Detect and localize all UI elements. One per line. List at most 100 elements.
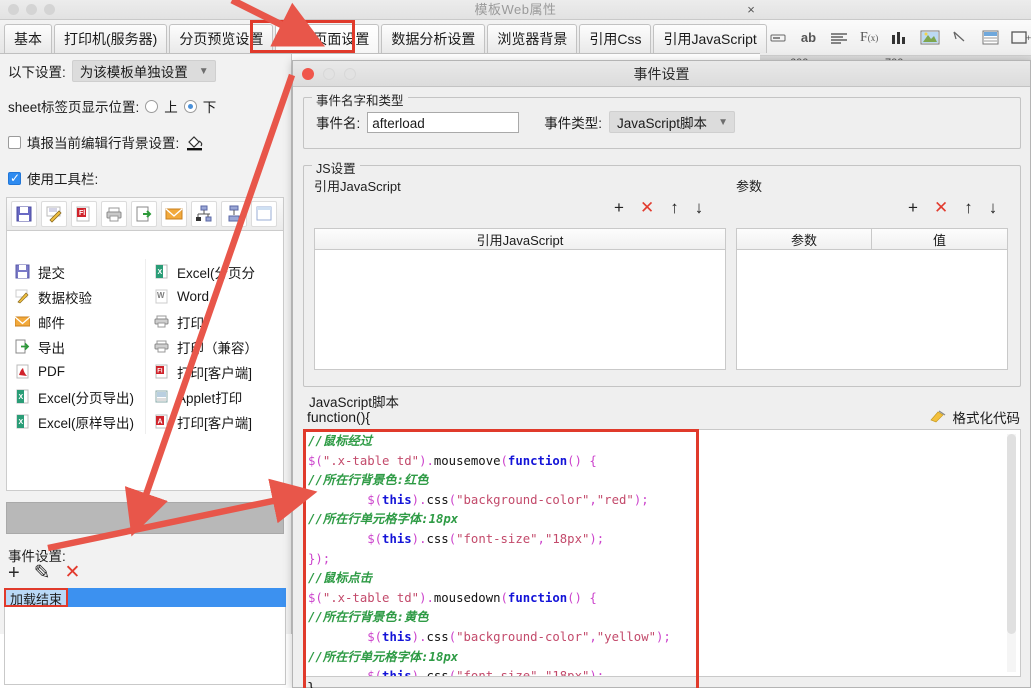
code-scrollbar-thumb[interactable] <box>1007 434 1016 634</box>
chart-icon[interactable] <box>889 27 909 49</box>
tree-icon[interactable] <box>191 201 217 227</box>
tab-fill-page-settings[interactable]: 填报页面设置 <box>275 24 380 53</box>
move-down-icon[interactable]: ↓ <box>989 198 998 218</box>
code-line: $(this).css("font-size","18px"); <box>308 669 605 677</box>
code-text[interactable]: //鼠标经过 $(".x-table td").mousemove(functio… <box>308 432 998 677</box>
code-scrollbar[interactable] <box>1007 434 1016 672</box>
event-type-select[interactable]: JavaScript脚本 ▼ <box>609 111 735 133</box>
list-item[interactable]: 邮件 <box>7 309 145 334</box>
event-name-input[interactable]: afterload <box>367 111 520 133</box>
ab-label-icon[interactable]: ab <box>798 27 818 49</box>
event-type-label: 事件类型: <box>544 116 603 131</box>
code-line: //所在行背景色:黄色 <box>308 610 429 625</box>
javascript-code-editor[interactable]: //鼠标经过 $(".x-table td").mousemove(functio… <box>303 429 1021 677</box>
checkbox-edit-row-background[interactable] <box>8 135 21 149</box>
mail-icon[interactable] <box>161 201 187 227</box>
code-line: //鼠标经过 <box>308 434 372 448</box>
list-item[interactable]: 提交 <box>7 259 145 284</box>
code-line: }); <box>308 551 331 566</box>
tab-basic[interactable]: 基本 <box>4 24 52 53</box>
flash-icon[interactable]: Fl <box>71 201 97 227</box>
code-line: //所在行背景色:红色 <box>308 473 429 488</box>
list-item[interactable]: 数据校验 <box>7 284 145 309</box>
radio-sheet-bottom[interactable] <box>183 99 197 113</box>
params-table-body[interactable] <box>736 250 1008 370</box>
js-reference-table-body[interactable] <box>314 250 726 370</box>
tab-printer-server[interactable]: 打印机(服务器) <box>54 24 168 53</box>
export-icon[interactable] <box>131 201 157 227</box>
list-item[interactable]: W Word <box>146 284 283 309</box>
add-icon[interactable]: + <box>614 198 624 218</box>
format-code-button[interactable]: 格式化代码 <box>929 407 1020 427</box>
tab-data-analysis[interactable]: 数据分析设置 <box>381 24 486 53</box>
edit-row-background-row: 填报当前编辑行背景设置: <box>0 132 213 152</box>
image-icon[interactable] <box>920 27 940 49</box>
tab-page-preview[interactable]: 分页预览设置 <box>169 24 274 53</box>
move-down-icon[interactable]: ↓ <box>695 198 704 218</box>
list-item[interactable]: PDF <box>7 359 145 384</box>
formula-icon[interactable]: F (x) <box>859 27 879 49</box>
params-toolbar: + ✕ ↑ ↓ <box>908 198 997 218</box>
params-col-header-name[interactable]: 参数 <box>737 229 872 249</box>
printer-icon <box>153 313 170 330</box>
checkbox-use-toolbar[interactable] <box>8 171 21 185</box>
template-setting-value: 为该模板单独设置 <box>79 65 188 80</box>
move-up-icon[interactable]: ↑ <box>670 198 679 218</box>
insert-frame-icon[interactable]: + <box>1011 27 1031 49</box>
js-reference-col-header[interactable]: 引用JavaScript <box>315 229 725 249</box>
dialog-zoom-button[interactable] <box>344 68 356 80</box>
tab-reference-javascript[interactable]: 引用JavaScript <box>653 24 767 53</box>
paint-bucket-icon[interactable] <box>185 133 205 151</box>
list-item[interactable]: 导出 <box>7 334 145 359</box>
event-list-item-afterload[interactable]: 加载结束 <box>4 588 69 607</box>
svg-text:X: X <box>19 394 24 401</box>
tab-reference-css[interactable]: 引用Css <box>579 24 652 53</box>
list-item[interactable]: X Excel(分页分 <box>146 259 283 284</box>
delete-icon[interactable]: ✕ <box>640 198 654 218</box>
chevron-down-icon: ▼ <box>198 65 209 77</box>
print-icon[interactable] <box>101 201 127 227</box>
dialog-close-button[interactable] <box>302 68 314 80</box>
textfield-icon[interactable] <box>768 27 788 49</box>
event-name-group-legend: 事件名字和类型 <box>312 90 408 109</box>
edit-row-background-label: 填报当前编辑行背景设置: <box>27 136 180 151</box>
dialog-window-buttons[interactable] <box>302 68 356 80</box>
close-icon[interactable]: × <box>742 1 760 19</box>
svg-text:Fl: Fl <box>79 210 85 217</box>
report-block-icon[interactable] <box>980 27 1000 49</box>
delete-event-button[interactable]: ✕ <box>64 563 80 583</box>
move-up-icon[interactable]: ↑ <box>964 198 973 218</box>
submit-icon[interactable] <box>221 201 247 227</box>
verify-icon[interactable] <box>41 201 67 227</box>
list-item[interactable]: Applet打印 <box>146 384 283 409</box>
list-item[interactable]: X Excel(分页导出) <box>7 384 145 409</box>
radio-sheet-top[interactable] <box>145 99 159 113</box>
list-item[interactable]: Fl 打印[客户端] <box>146 359 283 384</box>
list-item[interactable]: 打印（兼容） <box>146 334 283 359</box>
list-item[interactable]: 打印 <box>146 309 283 334</box>
event-settings-dialog: 事件设置 事件名字和类型 事件名: afterload 事件类型: JavaSc… <box>292 60 1031 688</box>
host-titlebar: 模板Web属性 × <box>0 0 1031 20</box>
template-setting-select[interactable]: 为该模板单独设置 ▼ <box>71 60 216 82</box>
tab-browser-background[interactable]: 浏览器背景 <box>487 24 578 53</box>
add-icon[interactable]: + <box>908 198 918 218</box>
radio-sheet-top-label: 上 <box>164 100 178 115</box>
event-list[interactable] <box>4 607 286 685</box>
code-line: $(".x-table td").mousedown(function() { <box>308 590 597 605</box>
list-item[interactable]: X Excel(原样导出) <box>7 409 145 434</box>
pen-icon[interactable] <box>950 27 970 49</box>
add-event-button[interactable]: + <box>8 563 20 583</box>
blank-icon[interactable] <box>251 201 277 227</box>
align-text-icon[interactable] <box>829 27 849 49</box>
mail-icon <box>14 313 31 330</box>
edit-event-button[interactable]: ✎ <box>34 563 51 583</box>
list-item-label: Applet打印 <box>177 390 243 406</box>
params-col-header-value[interactable]: 值 <box>872 229 1007 249</box>
toolbar-items-left-column: 提交 数据校验 邮件 导出 PDF X Excel(分页导出) X Excel(… <box>7 259 145 434</box>
list-item[interactable]: A 打印[客户端] <box>146 409 283 434</box>
delete-icon[interactable]: ✕ <box>934 198 948 218</box>
dialog-minimize-button[interactable] <box>323 68 335 80</box>
list-item-label: PDF <box>38 364 65 379</box>
save-icon[interactable] <box>11 201 37 227</box>
tab-bar: 基本 打印机(服务器) 分页预览设置 填报页面设置 数据分析设置 浏览器背景 引… <box>0 20 767 54</box>
